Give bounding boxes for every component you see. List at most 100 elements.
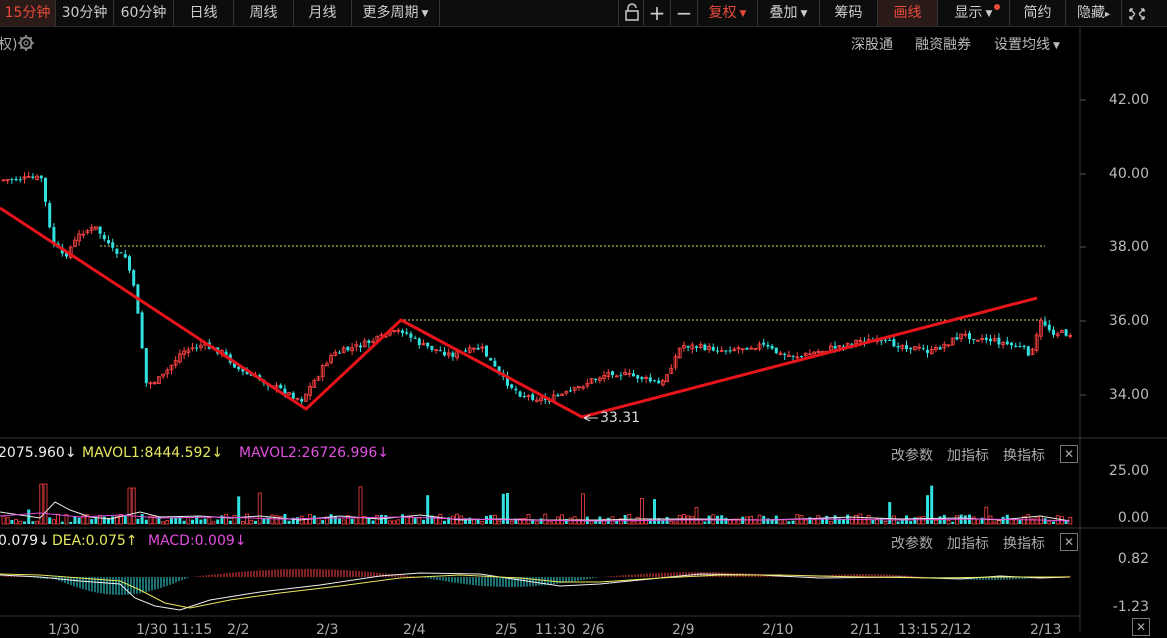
volume-bar: [211, 521, 216, 525]
candle-body: [14, 178, 18, 181]
volume-bar: [480, 520, 485, 525]
x-label: 2/5: [495, 622, 518, 638]
volume-bar: [1009, 519, 1014, 525]
candle-body: [123, 254, 127, 258]
candle-body: [476, 347, 480, 350]
volume-bar: [31, 521, 35, 524]
trend-lines[interactable]: [0, 206, 1038, 419]
volume-bar: [350, 518, 354, 524]
macd-tick-low: -1.23: [1112, 599, 1149, 615]
volume-bar: [673, 521, 678, 525]
candle-body: [338, 352, 341, 354]
candle-body: [18, 179, 22, 181]
candle-body: [745, 347, 749, 350]
volume-bar: [917, 516, 921, 525]
macd-edit-params-button[interactable]: 改参数: [891, 533, 933, 553]
candle-body: [531, 394, 535, 400]
volume-switch-indicator-button[interactable]: 换指标: [1003, 445, 1045, 465]
volume-bar: [43, 483, 48, 525]
price-tick-40: 40.00: [1108, 166, 1149, 182]
volume-bar: [249, 519, 254, 525]
x-label: 1/30 11:15: [136, 622, 213, 638]
volume-bar: [232, 514, 237, 525]
x-label: 2/6: [582, 622, 605, 638]
volume-bar: [392, 520, 397, 525]
x-label: 2/13: [1030, 622, 1062, 638]
volume-bar: [976, 518, 980, 525]
candle-body: [762, 342, 766, 345]
volume-bar: [270, 514, 275, 525]
volume-bar: [341, 519, 346, 525]
volume-bar: [955, 515, 959, 525]
mavol1-value: MAVOL1:8444.592↓: [82, 445, 223, 461]
arrow-icon: ↓: [377, 445, 389, 461]
volume-bar: [396, 519, 401, 525]
close-icon[interactable]: ✕: [1060, 445, 1078, 463]
volume-bar: [812, 519, 816, 525]
candlesticks: [1, 171, 1073, 405]
volume-add-indicator-button[interactable]: 加指标: [947, 445, 989, 465]
volume-bar: [329, 514, 333, 524]
candle-body: [1018, 346, 1022, 348]
candle-body: [144, 348, 148, 384]
candle-body: [800, 356, 803, 358]
candle-body: [569, 390, 572, 392]
volume-bar: [1013, 519, 1018, 525]
volume-bar: [1055, 515, 1060, 525]
volume-bar: [791, 520, 795, 524]
candle-body: [417, 338, 421, 346]
diff-text: 0.079: [0, 533, 39, 549]
candle-body: [493, 360, 497, 367]
x-label: 11:30: [535, 622, 576, 638]
volume-bar: [829, 520, 833, 525]
candle-body: [132, 270, 136, 286]
candle-body: [653, 380, 656, 382]
volume-bar: [316, 518, 321, 525]
volume-bar: [450, 515, 455, 525]
volume-bar: [698, 519, 703, 525]
volume-bar: [401, 514, 404, 524]
candle-body: [451, 352, 455, 357]
diff-value: 0.079↓: [0, 533, 50, 549]
volume-bar: [1052, 521, 1055, 524]
macd-text: MACD:0.009: [148, 533, 235, 549]
volume-bar: [879, 517, 883, 524]
panel-divider: [0, 437, 1167, 617]
macd-switch-indicator-button[interactable]: 换指标: [1003, 533, 1045, 553]
volume-bar: [971, 516, 976, 525]
close-icon[interactable]: ✕: [1132, 618, 1150, 636]
volume-bar: [485, 515, 488, 524]
volume-bar: [669, 520, 674, 525]
volume-bar: [77, 517, 81, 524]
volume-bar: [694, 507, 699, 525]
volume-bar: [257, 492, 262, 525]
volume-bar: [426, 495, 430, 524]
candle-body: [1026, 346, 1030, 356]
candle-body: [44, 177, 47, 202]
close-icon[interactable]: ✕: [1060, 533, 1078, 551]
candle-body: [359, 345, 362, 348]
volume-bar: [862, 517, 867, 525]
candle-body: [128, 256, 131, 271]
candle-body: [1064, 329, 1068, 336]
candle-body: [716, 350, 719, 352]
volume-bar: [165, 520, 170, 525]
volume-bar: [984, 506, 989, 525]
volume-bar: [245, 513, 250, 525]
volume-bar: [102, 516, 106, 524]
candle-body: [430, 345, 434, 350]
candle-body: [686, 345, 690, 348]
volume-bar: [1043, 518, 1047, 524]
volume-bar: [254, 520, 257, 524]
volume-bar: [539, 518, 543, 524]
volume-bar: [509, 520, 514, 525]
arrow-icon: ↓: [211, 445, 224, 461]
arrow-icon: ↓: [38, 533, 50, 549]
volume-bar: [992, 521, 997, 525]
volume-bar: [98, 515, 102, 525]
volume-bar: [18, 520, 23, 525]
candle-body: [48, 203, 52, 228]
macd-add-indicator-button[interactable]: 加指标: [947, 533, 989, 553]
volume-edit-params-button[interactable]: 改参数: [891, 445, 933, 465]
volume-bar: [724, 517, 728, 524]
